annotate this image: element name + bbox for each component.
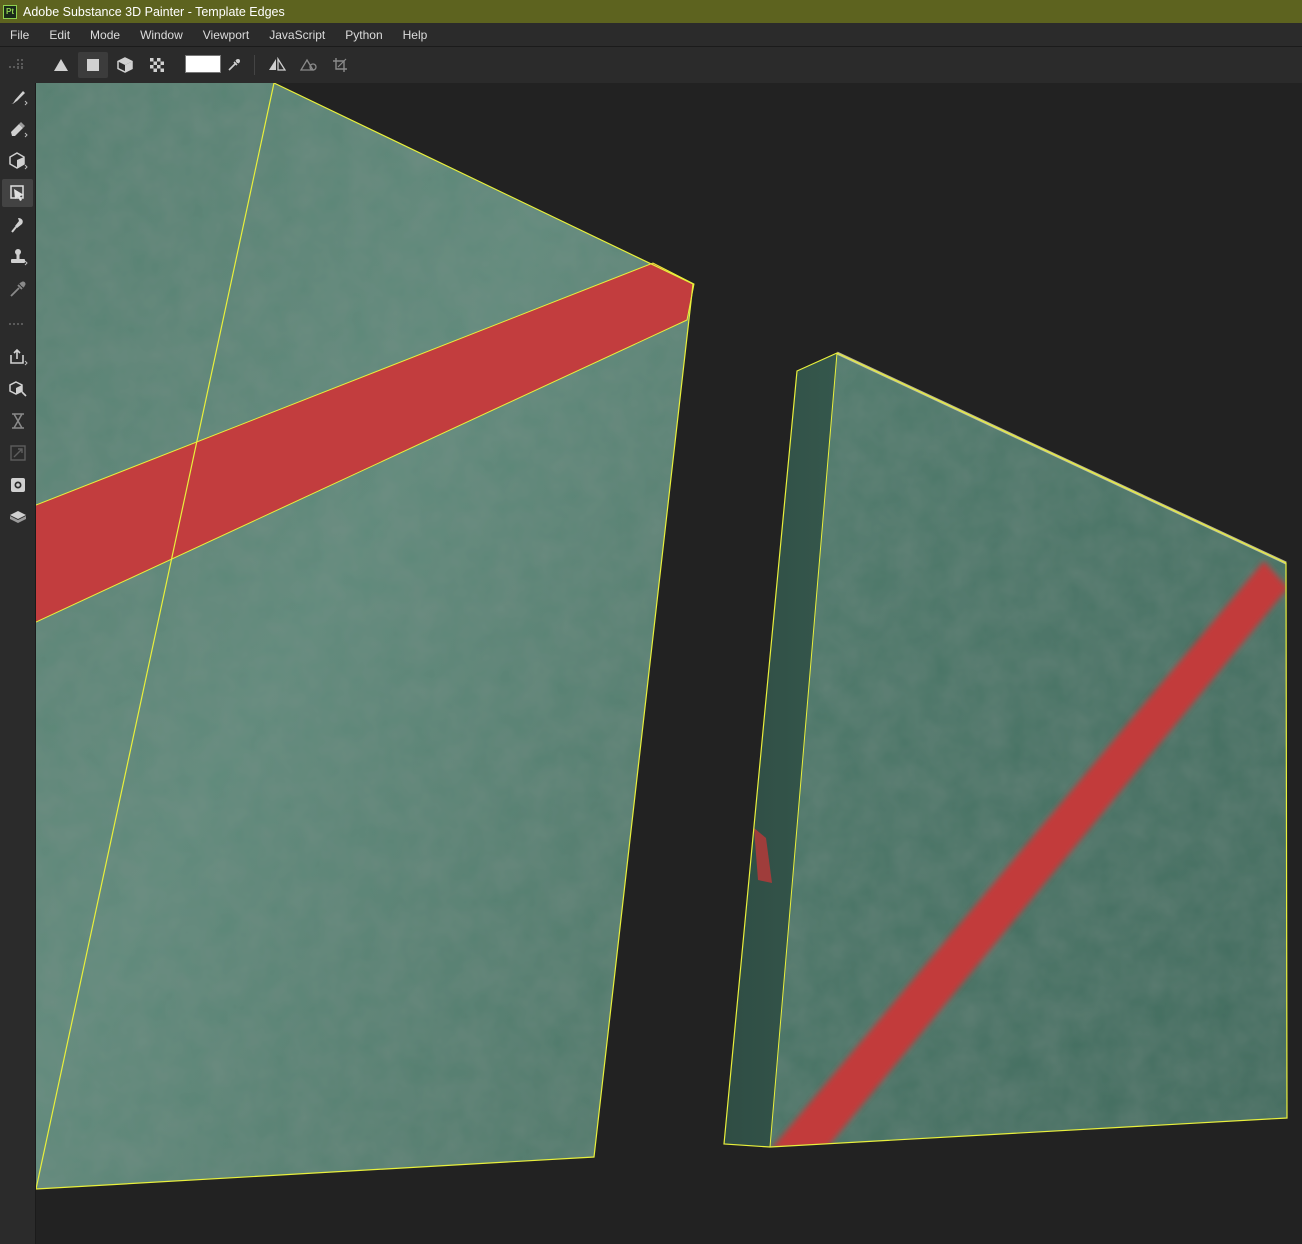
material-button[interactable] — [2, 503, 33, 531]
capture-button[interactable] — [2, 471, 33, 499]
fill-color-swatch[interactable] — [185, 55, 221, 73]
menu-mode[interactable]: Mode — [80, 28, 130, 42]
clone-stamp-icon — [10, 249, 28, 266]
history-icon — [11, 413, 24, 429]
viewport-canvas[interactable] — [36, 83, 1302, 1244]
tool-sidebar — [0, 66, 36, 1244]
triangle-fill-mode-button[interactable] — [46, 52, 76, 78]
symmetry-button[interactable] — [262, 52, 292, 78]
menu-bar: File Edit Mode Window Viewport JavaScrip… — [0, 23, 1302, 47]
smudge-icon — [10, 218, 23, 233]
color-picker-tool-button[interactable] — [2, 275, 33, 303]
polygon-fill-icon — [9, 185, 24, 201]
smudge-tool-button[interactable] — [2, 211, 33, 239]
menu-javascript[interactable]: JavaScript — [259, 28, 335, 42]
menu-file[interactable]: File — [0, 28, 39, 42]
capture-icon — [10, 478, 25, 492]
uv-chunk-fill-mode-icon — [150, 58, 164, 72]
visibility-toggle-icon — [300, 58, 317, 71]
left-mesh-face[interactable] — [36, 83, 736, 1193]
bake-button[interactable] — [2, 375, 33, 403]
menu-help[interactable]: Help — [393, 28, 438, 42]
crop-icon — [333, 58, 347, 72]
crop-button[interactable] — [326, 52, 356, 78]
paint-tool-button[interactable] — [2, 83, 33, 111]
history-button[interactable] — [2, 407, 33, 435]
right-mesh-piece[interactable] — [723, 343, 1296, 1163]
symmetry-icon — [269, 57, 286, 71]
menu-edit[interactable]: Edit — [39, 28, 80, 42]
mesh-fill-mode-button[interactable] — [110, 52, 140, 78]
polygon-fill-tool-button[interactable] — [2, 179, 33, 207]
projection-icon — [8, 152, 28, 170]
menu-window[interactable]: Window — [130, 28, 193, 42]
polygon-fill-mode-button[interactable] — [78, 52, 108, 78]
eraser-icon — [10, 122, 28, 138]
app-logo: Pt — [3, 4, 17, 19]
viewport-3d[interactable] — [36, 83, 1302, 1244]
color-picker-button[interactable] — [219, 52, 249, 78]
mesh-fill-mode-icon — [117, 57, 133, 73]
transform-button[interactable] — [2, 439, 33, 467]
polygon-fill-mode-icon — [87, 59, 99, 71]
window-title: Adobe Substance 3D Painter - Template Ed… — [23, 4, 285, 19]
paint-brush-icon — [10, 91, 28, 106]
tool-properties-bar — [0, 47, 1302, 83]
projection-tool-button[interactable] — [2, 147, 33, 175]
triangle-fill-mode-icon — [54, 59, 68, 71]
material-icon — [9, 511, 26, 523]
visibility-toggle-button[interactable] — [294, 52, 324, 78]
sidebar-divider-grip-icon[interactable] — [8, 322, 26, 326]
menu-python[interactable]: Python — [335, 28, 392, 42]
menu-viewport[interactable]: Viewport — [193, 28, 259, 42]
bake-icon — [8, 381, 27, 397]
toolbar-separator — [254, 55, 255, 75]
export-icon — [9, 348, 28, 366]
sidebar-grip-icon[interactable] — [8, 65, 26, 69]
title-bar: Pt Adobe Substance 3D Painter - Template… — [0, 0, 1302, 23]
color-picker-tool-icon — [9, 281, 25, 297]
clone-tool-button[interactable] — [2, 243, 33, 271]
uv-chunk-fill-mode-button[interactable] — [142, 52, 172, 78]
color-picker-icon — [228, 59, 240, 71]
transform-icon — [9, 445, 26, 461]
export-button[interactable] — [2, 343, 33, 371]
eraser-tool-button[interactable] — [2, 115, 33, 143]
